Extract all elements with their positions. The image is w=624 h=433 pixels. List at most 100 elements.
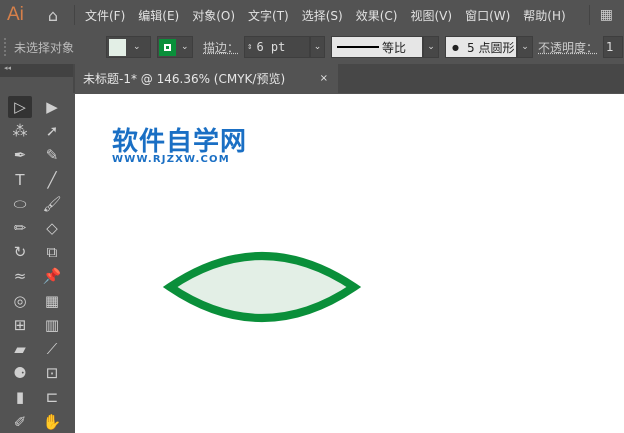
blend-tool[interactable]: ⚈ [8,362,32,384]
pin-tool-icon: 📌 [42,267,62,286]
brush-label: 5 点圆形 [467,40,515,55]
chevron-down-icon: ⌄ [133,42,141,52]
profile-label: 等比 [382,40,407,55]
menu-file[interactable]: 文件(F) [85,7,125,24]
profile-dropdown[interactable]: ⌄ [423,36,440,58]
stroke-swatch[interactable]: ⌄ [157,36,193,58]
stroke-label[interactable]: 描边： [203,39,239,56]
graph-tool[interactable]: ▮ [8,386,32,408]
leaf-shape[interactable] [162,252,362,322]
chevron-down-icon: ⌄ [181,42,189,52]
type-tool-icon: T [15,170,25,189]
stepper-icon[interactable]: ⇕ [247,42,252,52]
stroke-line-preview [337,46,380,48]
slice-tool[interactable]: ✐ [8,411,32,433]
menu-object[interactable]: 对象(O) [192,7,235,24]
pen-tool-icon: ✒ [13,146,27,165]
shape-builder-tool-icon: ◎ [13,291,27,310]
perspective-grid-tool-icon: ▦ [44,291,60,310]
rotate-tool-icon: ↻ [13,243,27,262]
warp-tool[interactable]: ≈ [8,265,32,287]
ellipse-tool-icon: ⬭ [13,194,27,213]
selection-status: 未选择对象 [14,40,75,55]
app-logo: Ai [7,4,24,25]
document-tab[interactable]: 未标题-1* @ 146.36% (CMYK/预览) × [75,64,338,93]
symbol-sprayer-tool[interactable]: ⊡ [40,362,64,384]
opacity-value: 1 [606,40,614,54]
pencil-tool[interactable]: ✏ [8,217,32,239]
mesh-tool[interactable]: ⊞ [8,314,32,336]
direct-selection-tool-icon: ▶ [46,98,58,116]
gradient-tool[interactable]: ▥ [40,314,64,336]
stroke-weight-value: 6 pt [256,40,286,54]
document-tab-bar: 未标题-1* @ 146.36% (CMYK/预览) × [73,64,624,93]
type-tool[interactable]: T [8,169,32,191]
slice-tool-icon: ✐ [13,412,27,431]
mesh-tool-icon: ⊞ [13,315,27,334]
ellipse-tool[interactable]: ⬭ [8,193,32,215]
line-tool[interactable]: ╱ [40,169,64,191]
eraser-tool-icon: ◇ [46,219,58,237]
artboard-tool-icon: ⊏ [45,388,59,407]
graph-tool-icon: ▮ [15,388,25,407]
curvature-tool[interactable]: ✎ [40,144,64,166]
divider [74,5,75,25]
eyedropper-tool[interactable]: ⟋ [40,338,64,360]
fill-color [109,38,126,56]
hand-tool-icon: ✋ [42,412,62,431]
pen-tool[interactable]: ✒ [8,144,32,166]
rotate-tool[interactable]: ↻ [8,241,32,263]
lasso-tool-icon: ➚ [45,122,59,141]
home-icon[interactable]: ⌂ [42,6,64,25]
document-title: 未标题-1* @ 146.36% (CMYK/预览) [83,72,286,86]
direct-selection-tool[interactable]: ▶ [40,96,64,118]
opacity-label[interactable]: 不透明度： [538,39,598,56]
stroke-weight-dropdown[interactable]: ⌄ [310,36,326,58]
stroke-weight-input[interactable]: ⇕ 6 pt [244,36,311,58]
collapse-panel-button[interactable]: ◂◂ [0,64,73,77]
magic-wand-tool-icon: ⁂ [12,122,28,141]
scale-tool-icon: ⧉ [46,243,58,262]
brush-dropdown[interactable]: ⌄ [517,36,534,58]
pencil-tool-icon: ✏ [13,219,27,237]
eraser-tool[interactable]: ◇ [40,217,64,239]
divider [588,5,590,25]
selection-tool[interactable]: ▷ [8,96,32,118]
hand-tool[interactable]: ✋ [40,411,64,433]
curvature-tool-icon: ✎ [45,146,59,165]
menu-select[interactable]: 选择(S) [302,7,343,24]
stroke-color [159,38,176,56]
fill-swatch[interactable]: ⌄ [106,36,151,58]
eyedropper-tool-icon: ⟋ [46,340,58,358]
perspective-grid-tool[interactable]: ▦ [40,290,64,312]
menu-help[interactable]: 帮助(H) [523,7,565,24]
paintbrush-tool-icon: 🖌 [42,194,62,213]
menu-edit[interactable]: 编辑(E) [138,7,179,24]
menu-bar: Ai ⌂ 文件(F) 编辑(E) 对象(O) 文字(T) 选择(S) 效果(C)… [0,0,624,30]
artboard-tool[interactable]: ⊏ [40,386,64,408]
menu-effect[interactable]: 效果(C) [356,7,398,24]
magic-wand-tool[interactable]: ⁂ [8,120,32,142]
lasso-tool[interactable]: ➚ [40,120,64,142]
menu-window[interactable]: 窗口(W) [465,7,510,24]
scale-tool[interactable]: ⧉ [40,241,64,263]
warp-tool-icon: ≈ [13,267,27,286]
shape-builder-tool[interactable]: ◎ [8,290,32,312]
line-tool-icon: ╱ [47,170,57,189]
artboard-canvas[interactable]: 软件自学网 WWW.RJZXW.COM [75,94,624,433]
close-icon[interactable]: × [320,73,328,84]
brush-definition[interactable]: ● 5 点圆形 [445,36,518,58]
blend-tool-icon: ⚈ [13,364,27,383]
menu-view[interactable]: 视图(V) [410,7,452,24]
workspace-icon[interactable]: ▦ [600,7,613,23]
grip-icon [4,38,10,56]
paintbrush-tool[interactable]: 🖌 [40,193,64,215]
dot-icon: ● [452,42,459,52]
menu-type[interactable]: 文字(T) [248,7,289,24]
variable-width-profile[interactable]: 等比 [331,36,424,58]
pin-tool[interactable]: 📌 [40,265,64,287]
gradient-tool-icon: ▥ [44,315,60,334]
measure-tool[interactable]: ▰ [8,338,32,360]
control-bar: 未选择对象 ⌄ ⌄ 描边： ⇕ 6 pt ⌄ 等比 ⌄ ● 5 点圆形 ⌄ 不透明度… [0,32,624,62]
opacity-input[interactable]: 1 [603,36,624,58]
